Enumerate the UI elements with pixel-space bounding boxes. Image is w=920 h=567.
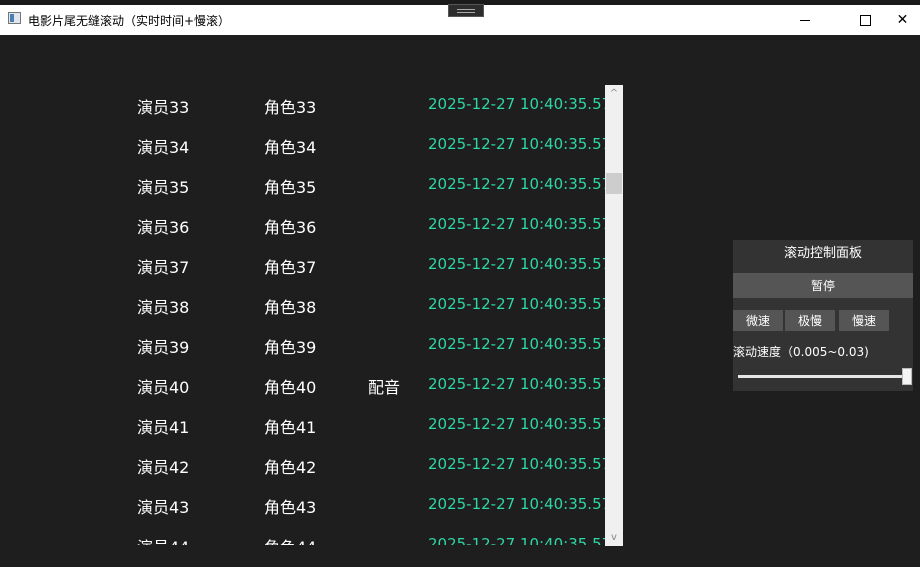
speed-slider[interactable] bbox=[738, 375, 908, 378]
actor-name: 演员41 bbox=[137, 418, 190, 437]
drag-handle-icon[interactable] bbox=[448, 4, 484, 17]
timestamp: 2025-12-27 10:40:35.571 bbox=[428, 535, 605, 545]
close-button[interactable]: ✕ bbox=[885, 5, 920, 35]
minimize-button[interactable] bbox=[782, 5, 828, 35]
role-name: 角色36 bbox=[264, 218, 317, 237]
panel-title: 滚动控制面板 bbox=[783, 246, 862, 261]
timestamp: 2025-12-27 10:40:35.571 bbox=[428, 255, 605, 273]
credit-row: 演员36 角色36 2025-12-27 10:40:35.571 bbox=[0, 205, 605, 245]
credit-row: 演员38 角色38 2025-12-27 10:40:35.571 bbox=[0, 285, 605, 325]
vertical-scrollbar[interactable]: ^ v bbox=[605, 85, 623, 546]
speed-label: 滚动速度（0.005~0.03) bbox=[733, 345, 869, 359]
timestamp: 2025-12-27 10:40:35.571 bbox=[428, 495, 605, 513]
credit-row: 演员35 角色35 2025-12-27 10:40:35.571 bbox=[0, 165, 605, 205]
minimize-icon bbox=[800, 19, 810, 21]
scroll-up-button[interactable]: ^ bbox=[605, 85, 623, 102]
actor-name: 演员36 bbox=[137, 218, 190, 237]
scrollbar-thumb[interactable] bbox=[606, 173, 622, 194]
role-name: 角色40 bbox=[264, 378, 317, 397]
credit-row: 演员37 角色37 2025-12-27 10:40:35.571 bbox=[0, 245, 605, 285]
actor-name: 演员35 bbox=[137, 178, 190, 197]
timestamp: 2025-12-27 10:40:35.571 bbox=[428, 215, 605, 233]
actor-name: 演员44 bbox=[137, 534, 189, 545]
role-name: 角色41 bbox=[264, 418, 317, 437]
timestamp: 2025-12-27 10:40:35.571 bbox=[428, 135, 605, 153]
maximize-button[interactable] bbox=[842, 5, 888, 35]
window-title: 电影片尾无缝滚动（实时时间+慢滚） bbox=[28, 14, 231, 28]
credit-row: 演员43 角色43 2025-12-27 10:40:35.571 bbox=[0, 485, 605, 525]
role-name: 角色44 bbox=[264, 534, 316, 545]
actor-name: 演员39 bbox=[137, 338, 190, 357]
timestamp: 2025-12-27 10:40:35.571 bbox=[428, 335, 605, 353]
actor-name: 演员40 bbox=[137, 378, 190, 397]
scroll-down-button[interactable]: v bbox=[605, 529, 623, 546]
role-name: 角色35 bbox=[264, 178, 317, 197]
role-name: 角色43 bbox=[264, 498, 317, 517]
chevron-down-icon: v bbox=[611, 532, 617, 543]
maximize-icon bbox=[859, 14, 871, 26]
chevron-up-icon: ^ bbox=[609, 88, 619, 99]
credit-row: 演员41 角色41 2025-12-27 10:40:35.571 bbox=[0, 405, 605, 445]
role-name: 角色42 bbox=[264, 458, 317, 477]
credit-row: 演员33 角色33 2025-12-27 10:40:35.571 bbox=[0, 85, 605, 125]
actor-name: 演员34 bbox=[137, 138, 190, 157]
credit-row: 演员39 角色39 2025-12-27 10:40:35.571 bbox=[0, 325, 605, 365]
job-title: 配音 bbox=[368, 378, 401, 397]
timestamp: 2025-12-27 10:40:35.571 bbox=[428, 175, 605, 193]
role-name: 角色34 bbox=[264, 138, 317, 157]
timestamp: 2025-12-27 10:40:35.571 bbox=[428, 415, 605, 433]
role-name: 角色37 bbox=[264, 258, 317, 277]
credit-row: 演员42 角色42 2025-12-27 10:40:35.571 bbox=[0, 445, 605, 485]
actor-name: 演员33 bbox=[137, 98, 190, 117]
timestamp: 2025-12-27 10:40:35.571 bbox=[428, 95, 605, 113]
app-icon bbox=[8, 12, 21, 24]
credit-row: 演员34 角色34 2025-12-27 10:40:35.571 bbox=[0, 125, 605, 165]
credits-list[interactable]: 演员33 角色33 2025-12-27 10:40:35.571 演员34 角色34 2… bbox=[0, 85, 605, 545]
scroll-control-panel: 滚动控制面板 暂停 微速 极慢 慢速 滚动速度（0.005~0.03) bbox=[733, 240, 913, 391]
credit-row: 演员40 角色40 配音 2025-12-27 10:40:35.571 bbox=[0, 365, 605, 405]
pause-button[interactable]: 暂停 bbox=[733, 273, 913, 298]
timestamp: 2025-12-27 10:40:35.571 bbox=[428, 295, 605, 313]
timestamp: 2025-12-27 10:40:35.571 bbox=[428, 455, 605, 473]
role-name: 角色38 bbox=[264, 298, 317, 317]
actor-name: 演员37 bbox=[137, 258, 190, 277]
actor-name: 演员38 bbox=[137, 298, 190, 317]
very-slow-button[interactable]: 极慢 bbox=[785, 310, 835, 331]
actor-name: 演员42 bbox=[137, 458, 190, 477]
timestamp: 2025-12-27 10:40:35.571 bbox=[428, 375, 605, 393]
micro-speed-button[interactable]: 微速 bbox=[733, 310, 783, 331]
credit-row: 演员44 角色44 2025-12-27 10:40:35.571 bbox=[0, 525, 605, 545]
actor-name: 演员43 bbox=[137, 498, 190, 517]
role-name: 角色33 bbox=[264, 98, 317, 117]
speed-slider-thumb[interactable] bbox=[902, 368, 912, 385]
close-icon: ✕ bbox=[896, 12, 909, 28]
slow-speed-button[interactable]: 慢速 bbox=[839, 310, 889, 331]
role-name: 角色39 bbox=[264, 338, 317, 357]
